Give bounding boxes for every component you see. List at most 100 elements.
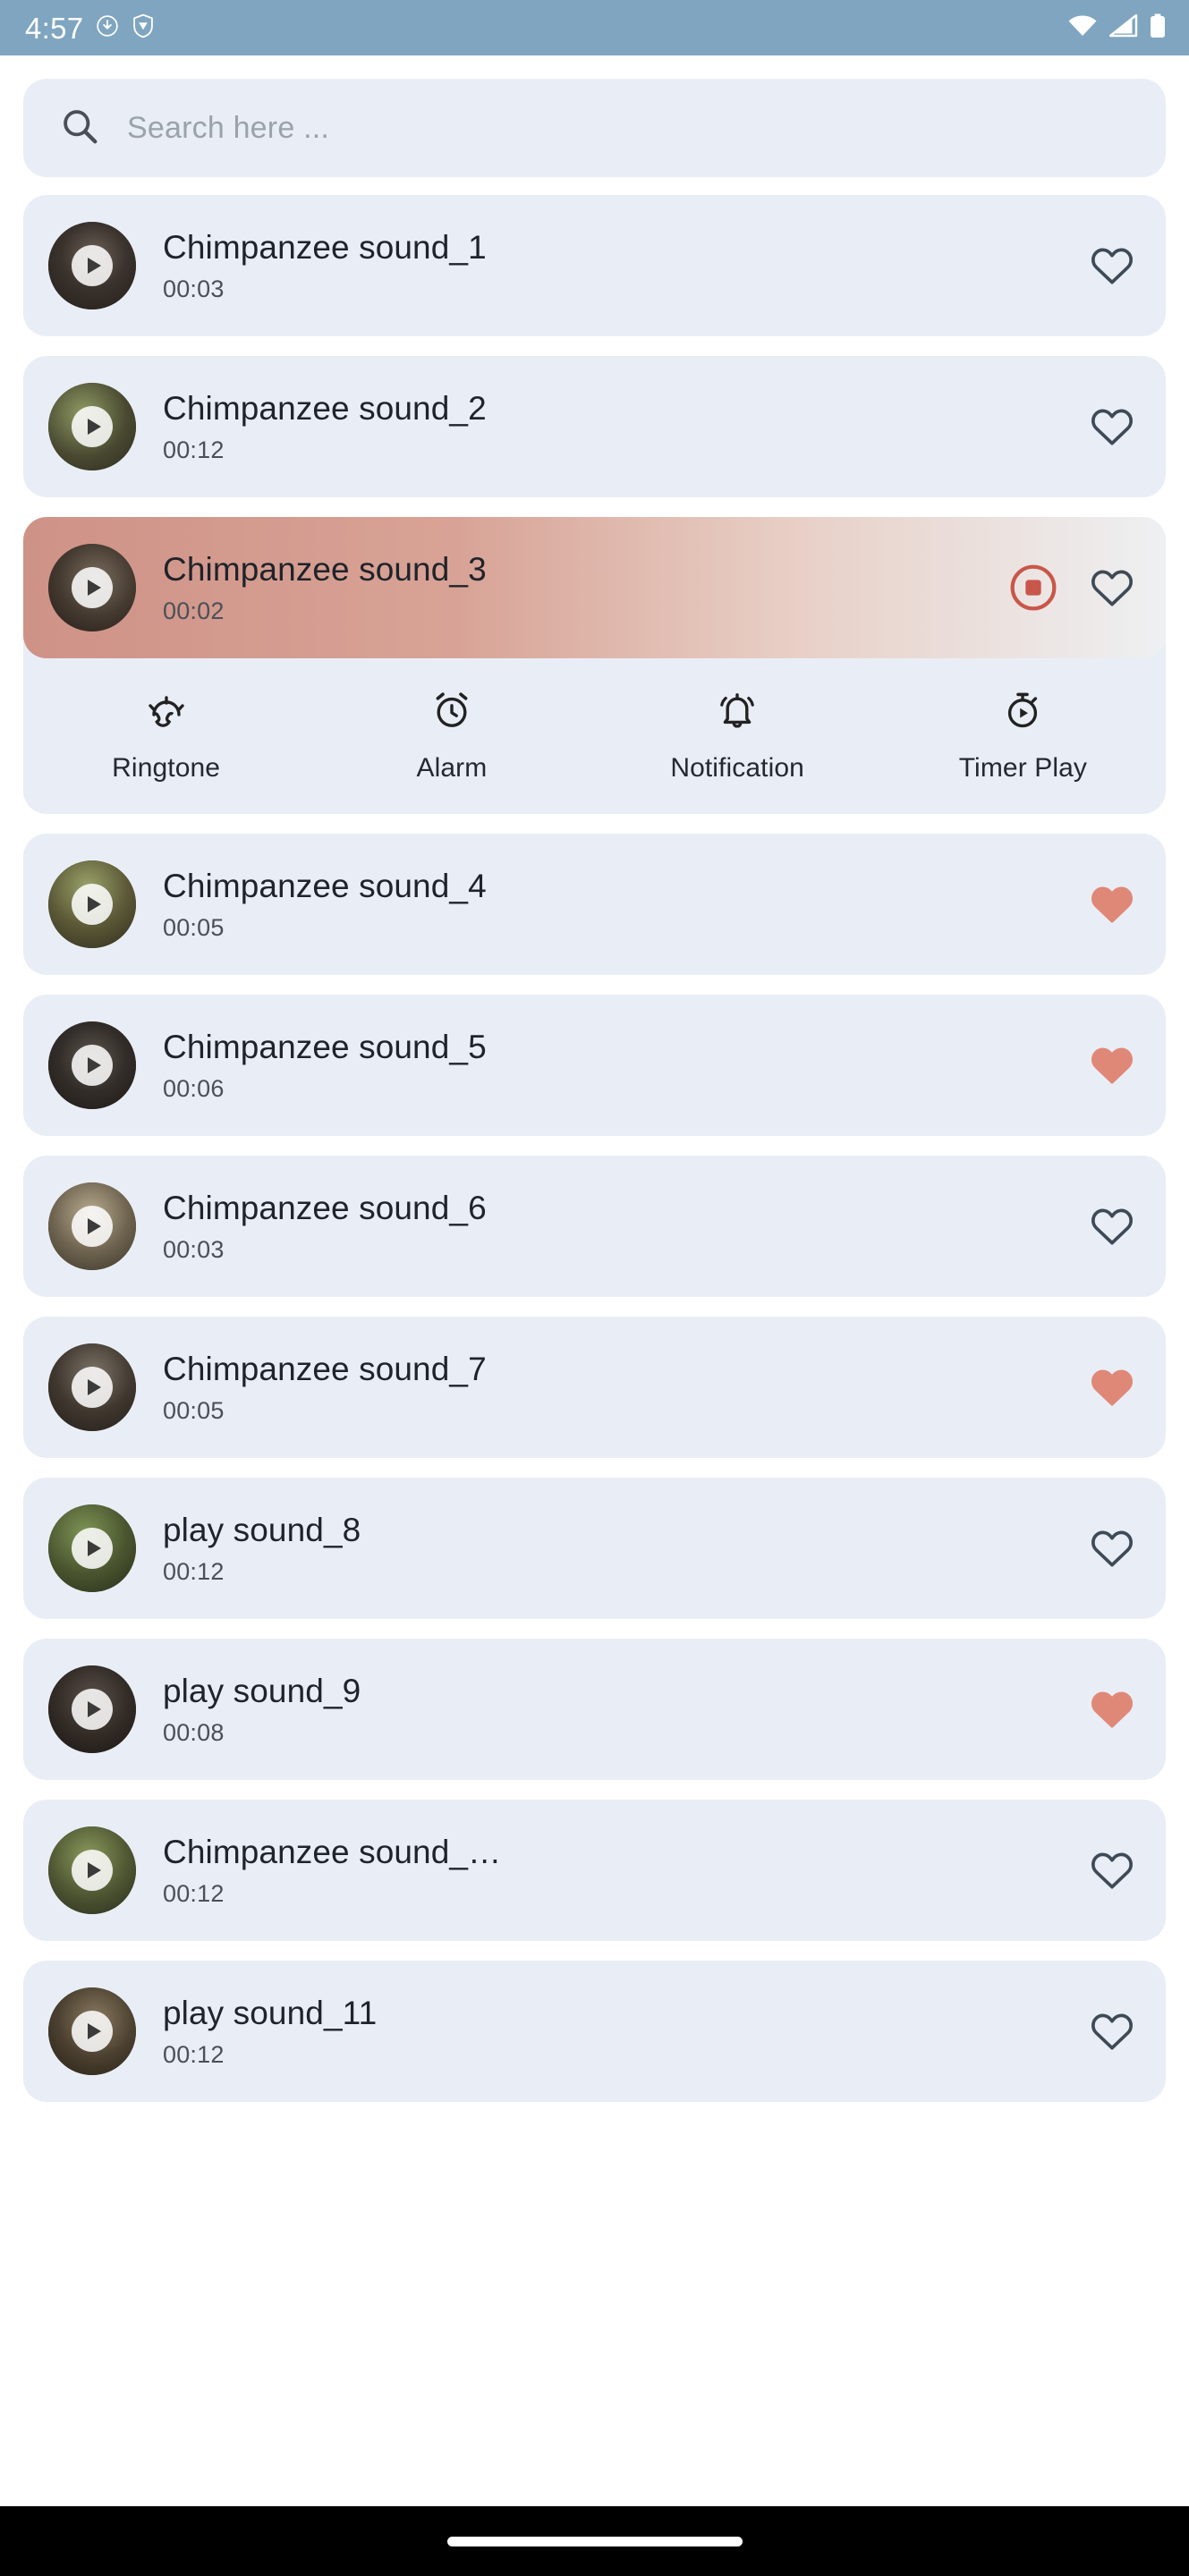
sound-thumbnail[interactable]: [48, 1504, 136, 1592]
sound-card[interactable]: Chimpanzee sound_7 00:05: [23, 1317, 1166, 1458]
favorite-heart-outline-icon[interactable]: [1089, 403, 1135, 450]
sound-thumbnail[interactable]: [48, 1826, 136, 1914]
favorite-heart-filled-icon[interactable]: [1089, 1364, 1135, 1411]
search-input[interactable]: Search here ...: [127, 111, 329, 146]
favorite-heart-outline-icon[interactable]: [1089, 242, 1135, 289]
ringtone-icon: [145, 685, 188, 735]
sound-duration: 00:03: [163, 275, 225, 302]
action-ringtone[interactable]: Ringtone: [23, 685, 309, 784]
play-icon[interactable]: [72, 406, 113, 447]
sound-thumbnail[interactable]: [48, 860, 136, 948]
sound-title: Chimpanzee sound_3: [163, 550, 487, 588]
favorite-heart-outline-icon[interactable]: [1089, 1847, 1135, 1894]
sound-duration: 00:12: [163, 1557, 225, 1585]
search-bar[interactable]: Search here ...: [23, 79, 1166, 177]
sound-card[interactable]: Chimpanzee sound_2 00:12: [23, 356, 1166, 497]
play-icon[interactable]: [72, 2011, 113, 2052]
sound-thumbnail[interactable]: [48, 1343, 136, 1431]
sound-title: play sound_9: [163, 1672, 361, 1709]
status-bar-left: 4:57: [25, 13, 1067, 43]
sound-duration: 00:03: [163, 1235, 225, 1263]
sound-thumbnail[interactable]: [48, 383, 136, 470]
favorite-heart-filled-icon[interactable]: [1089, 881, 1135, 928]
sound-title: play sound_8: [163, 1511, 361, 1548]
sound-thumbnail[interactable]: [48, 1021, 136, 1109]
sound-row-actions: [1089, 1847, 1135, 1894]
favorite-heart-outline-icon[interactable]: [1089, 1203, 1135, 1250]
sound-thumbnail[interactable]: [48, 1665, 136, 1753]
play-icon[interactable]: [72, 1850, 113, 1891]
sound-card[interactable]: Chimpanzee sound_4 00:05: [23, 834, 1166, 975]
sound-card[interactable]: Chimpanzee sound_3 00:02 Ringtone Alarm Noti…: [23, 517, 1166, 814]
sound-card[interactable]: play sound_9 00:08: [23, 1639, 1166, 1780]
home-gesture-pill[interactable]: [446, 2536, 743, 2546]
sound-row-actions: [1089, 403, 1135, 450]
sound-row-actions: [1089, 1686, 1135, 1733]
favorite-heart-outline-icon[interactable]: [1089, 2008, 1135, 2055]
sound-row-actions: [1089, 1525, 1135, 1572]
play-icon[interactable]: [72, 567, 113, 608]
sound-row[interactable]: Chimpanzee sound_4 00:05: [23, 834, 1166, 975]
status-bar-clock: 4:57: [25, 11, 84, 45]
action-label: Notification: [670, 753, 804, 783]
favorite-heart-filled-icon[interactable]: [1089, 1686, 1135, 1733]
status-bar: 4:57: [0, 0, 1189, 55]
sound-row-actions: [1089, 2008, 1135, 2055]
sound-text-block: Chimpanzee sound_2 00:12: [136, 390, 1089, 464]
sound-list: Chimpanzee sound_1 00:03 Chimpanzee sound_…: [0, 195, 1189, 2102]
sound-card[interactable]: Chimpanzee sound_6 00:03: [23, 1156, 1166, 1297]
sound-card[interactable]: play sound_11 00:12: [23, 1961, 1166, 2102]
sound-text-block: play sound_8 00:12: [136, 1512, 1089, 1586]
play-icon[interactable]: [72, 1045, 113, 1086]
sound-row-actions: [1008, 563, 1135, 613]
sound-duration: 00:12: [163, 2040, 225, 2068]
sound-thumbnail[interactable]: [48, 544, 136, 631]
sound-row[interactable]: Chimpanzee sound_6 00:03: [23, 1156, 1166, 1297]
sound-title: Chimpanzee sound_2: [163, 389, 487, 427]
play-icon[interactable]: [72, 1367, 113, 1408]
sound-duration: 00:12: [163, 436, 225, 463]
sound-row-actions: [1089, 1042, 1135, 1089]
sound-row-actions: [1089, 1203, 1135, 1250]
sound-row[interactable]: play sound_11 00:12: [23, 1961, 1166, 2102]
play-icon[interactable]: [72, 1528, 113, 1569]
vpn-shield-icon: [132, 13, 155, 43]
favorite-heart-outline-icon[interactable]: [1089, 564, 1135, 611]
play-icon[interactable]: [72, 1206, 113, 1247]
sound-card[interactable]: play sound_8 00:12: [23, 1478, 1166, 1619]
sound-row[interactable]: Chimpanzee sound_1 00:03: [23, 195, 1166, 336]
play-icon[interactable]: [72, 245, 113, 286]
action-notification[interactable]: Notification: [595, 685, 880, 784]
play-icon[interactable]: [72, 884, 113, 925]
play-icon[interactable]: [72, 1689, 113, 1730]
sound-row[interactable]: play sound_9 00:08: [23, 1639, 1166, 1780]
sound-duration: 00:08: [163, 1718, 225, 1746]
sound-row[interactable]: play sound_8 00:12: [23, 1478, 1166, 1619]
sound-card[interactable]: Chimpanzee sound_… 00:12: [23, 1800, 1166, 1941]
wifi-icon: [1067, 14, 1098, 42]
sound-thumbnail[interactable]: [48, 1987, 136, 2075]
action-label: Ringtone: [112, 753, 221, 783]
sound-title: Chimpanzee sound_1: [163, 228, 487, 266]
favorite-heart-outline-icon[interactable]: [1089, 1525, 1135, 1572]
action-timer-play[interactable]: Timer Play: [880, 685, 1166, 784]
sound-text-block: play sound_9 00:08: [136, 1673, 1089, 1747]
scroll-region[interactable]: Search here ... Chimpanzee sound_1 00:03 C…: [0, 55, 1189, 2506]
sound-row[interactable]: Chimpanzee sound_2 00:12: [23, 356, 1166, 497]
sound-row[interactable]: Chimpanzee sound_3 00:02: [23, 517, 1166, 658]
bottom-navigation-bar: [0, 2506, 1189, 2576]
stop-button[interactable]: [1008, 563, 1058, 613]
favorite-heart-filled-icon[interactable]: [1089, 1042, 1135, 1089]
sound-text-block: Chimpanzee sound_3 00:02: [136, 551, 1008, 625]
action-alarm[interactable]: Alarm: [309, 685, 594, 784]
sound-row[interactable]: Chimpanzee sound_… 00:12: [23, 1800, 1166, 1941]
sound-card[interactable]: Chimpanzee sound_1 00:03: [23, 195, 1166, 336]
sound-row[interactable]: Chimpanzee sound_7 00:05: [23, 1317, 1166, 1458]
sound-duration: 00:12: [163, 1879, 225, 1907]
sound-row-actions: [1089, 242, 1135, 289]
sound-thumbnail[interactable]: [48, 222, 136, 309]
sound-card[interactable]: Chimpanzee sound_5 00:06: [23, 995, 1166, 1136]
search-section: Search here ...: [0, 55, 1189, 177]
sound-row[interactable]: Chimpanzee sound_5 00:06: [23, 995, 1166, 1136]
sound-thumbnail[interactable]: [48, 1182, 136, 1270]
